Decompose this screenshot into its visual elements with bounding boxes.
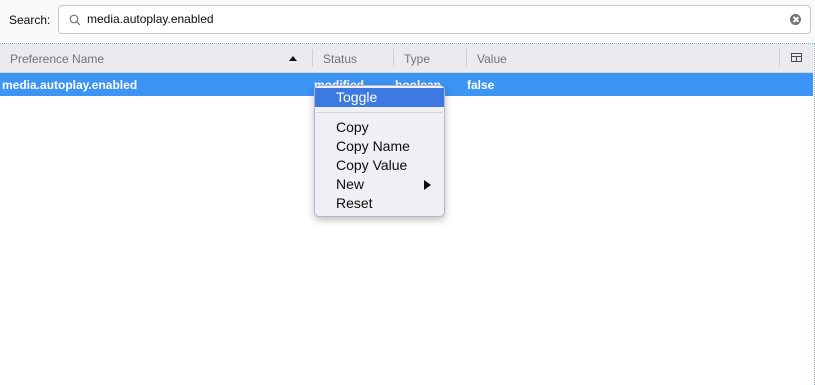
menu-item-copy-name[interactable]: Copy Name: [315, 137, 444, 156]
menu-item-toggle[interactable]: Toggle: [315, 88, 444, 107]
menu-item-reset[interactable]: Reset: [315, 194, 444, 213]
column-header-type[interactable]: Type: [404, 52, 430, 66]
menu-item-copy-value[interactable]: Copy Value: [315, 156, 444, 175]
search-input[interactable]: [87, 12, 767, 26]
column-header-name[interactable]: Preference Name: [10, 52, 104, 66]
column-divider[interactable]: [393, 49, 394, 67]
cell-value: false: [467, 78, 495, 92]
search-box[interactable]: [58, 5, 811, 34]
column-divider[interactable]: [312, 49, 313, 67]
menu-item-new-label: New: [336, 176, 365, 192]
column-divider[interactable]: [779, 49, 780, 67]
menu-item-new[interactable]: New: [315, 175, 444, 194]
column-divider[interactable]: [466, 49, 467, 67]
search-icon: [69, 14, 81, 26]
menu-separator: [317, 112, 442, 113]
column-header-value[interactable]: Value: [477, 52, 507, 66]
column-header-status[interactable]: Status: [323, 52, 357, 66]
menu-item-copy[interactable]: Copy: [315, 118, 444, 137]
search-label: Search:: [9, 13, 51, 27]
search-bar: Search:: [0, 0, 815, 42]
column-picker-icon[interactable]: [791, 53, 802, 62]
clear-search-icon[interactable]: [790, 14, 801, 25]
table-header: Preference Name Status Type Value: [0, 44, 813, 73]
submenu-arrow-icon: [424, 180, 431, 190]
sort-ascending-icon: [289, 56, 297, 61]
cell-name: media.autoplay.enabled: [2, 78, 138, 92]
context-menu: Toggle Copy Copy Name Copy Value New Res…: [314, 85, 445, 217]
